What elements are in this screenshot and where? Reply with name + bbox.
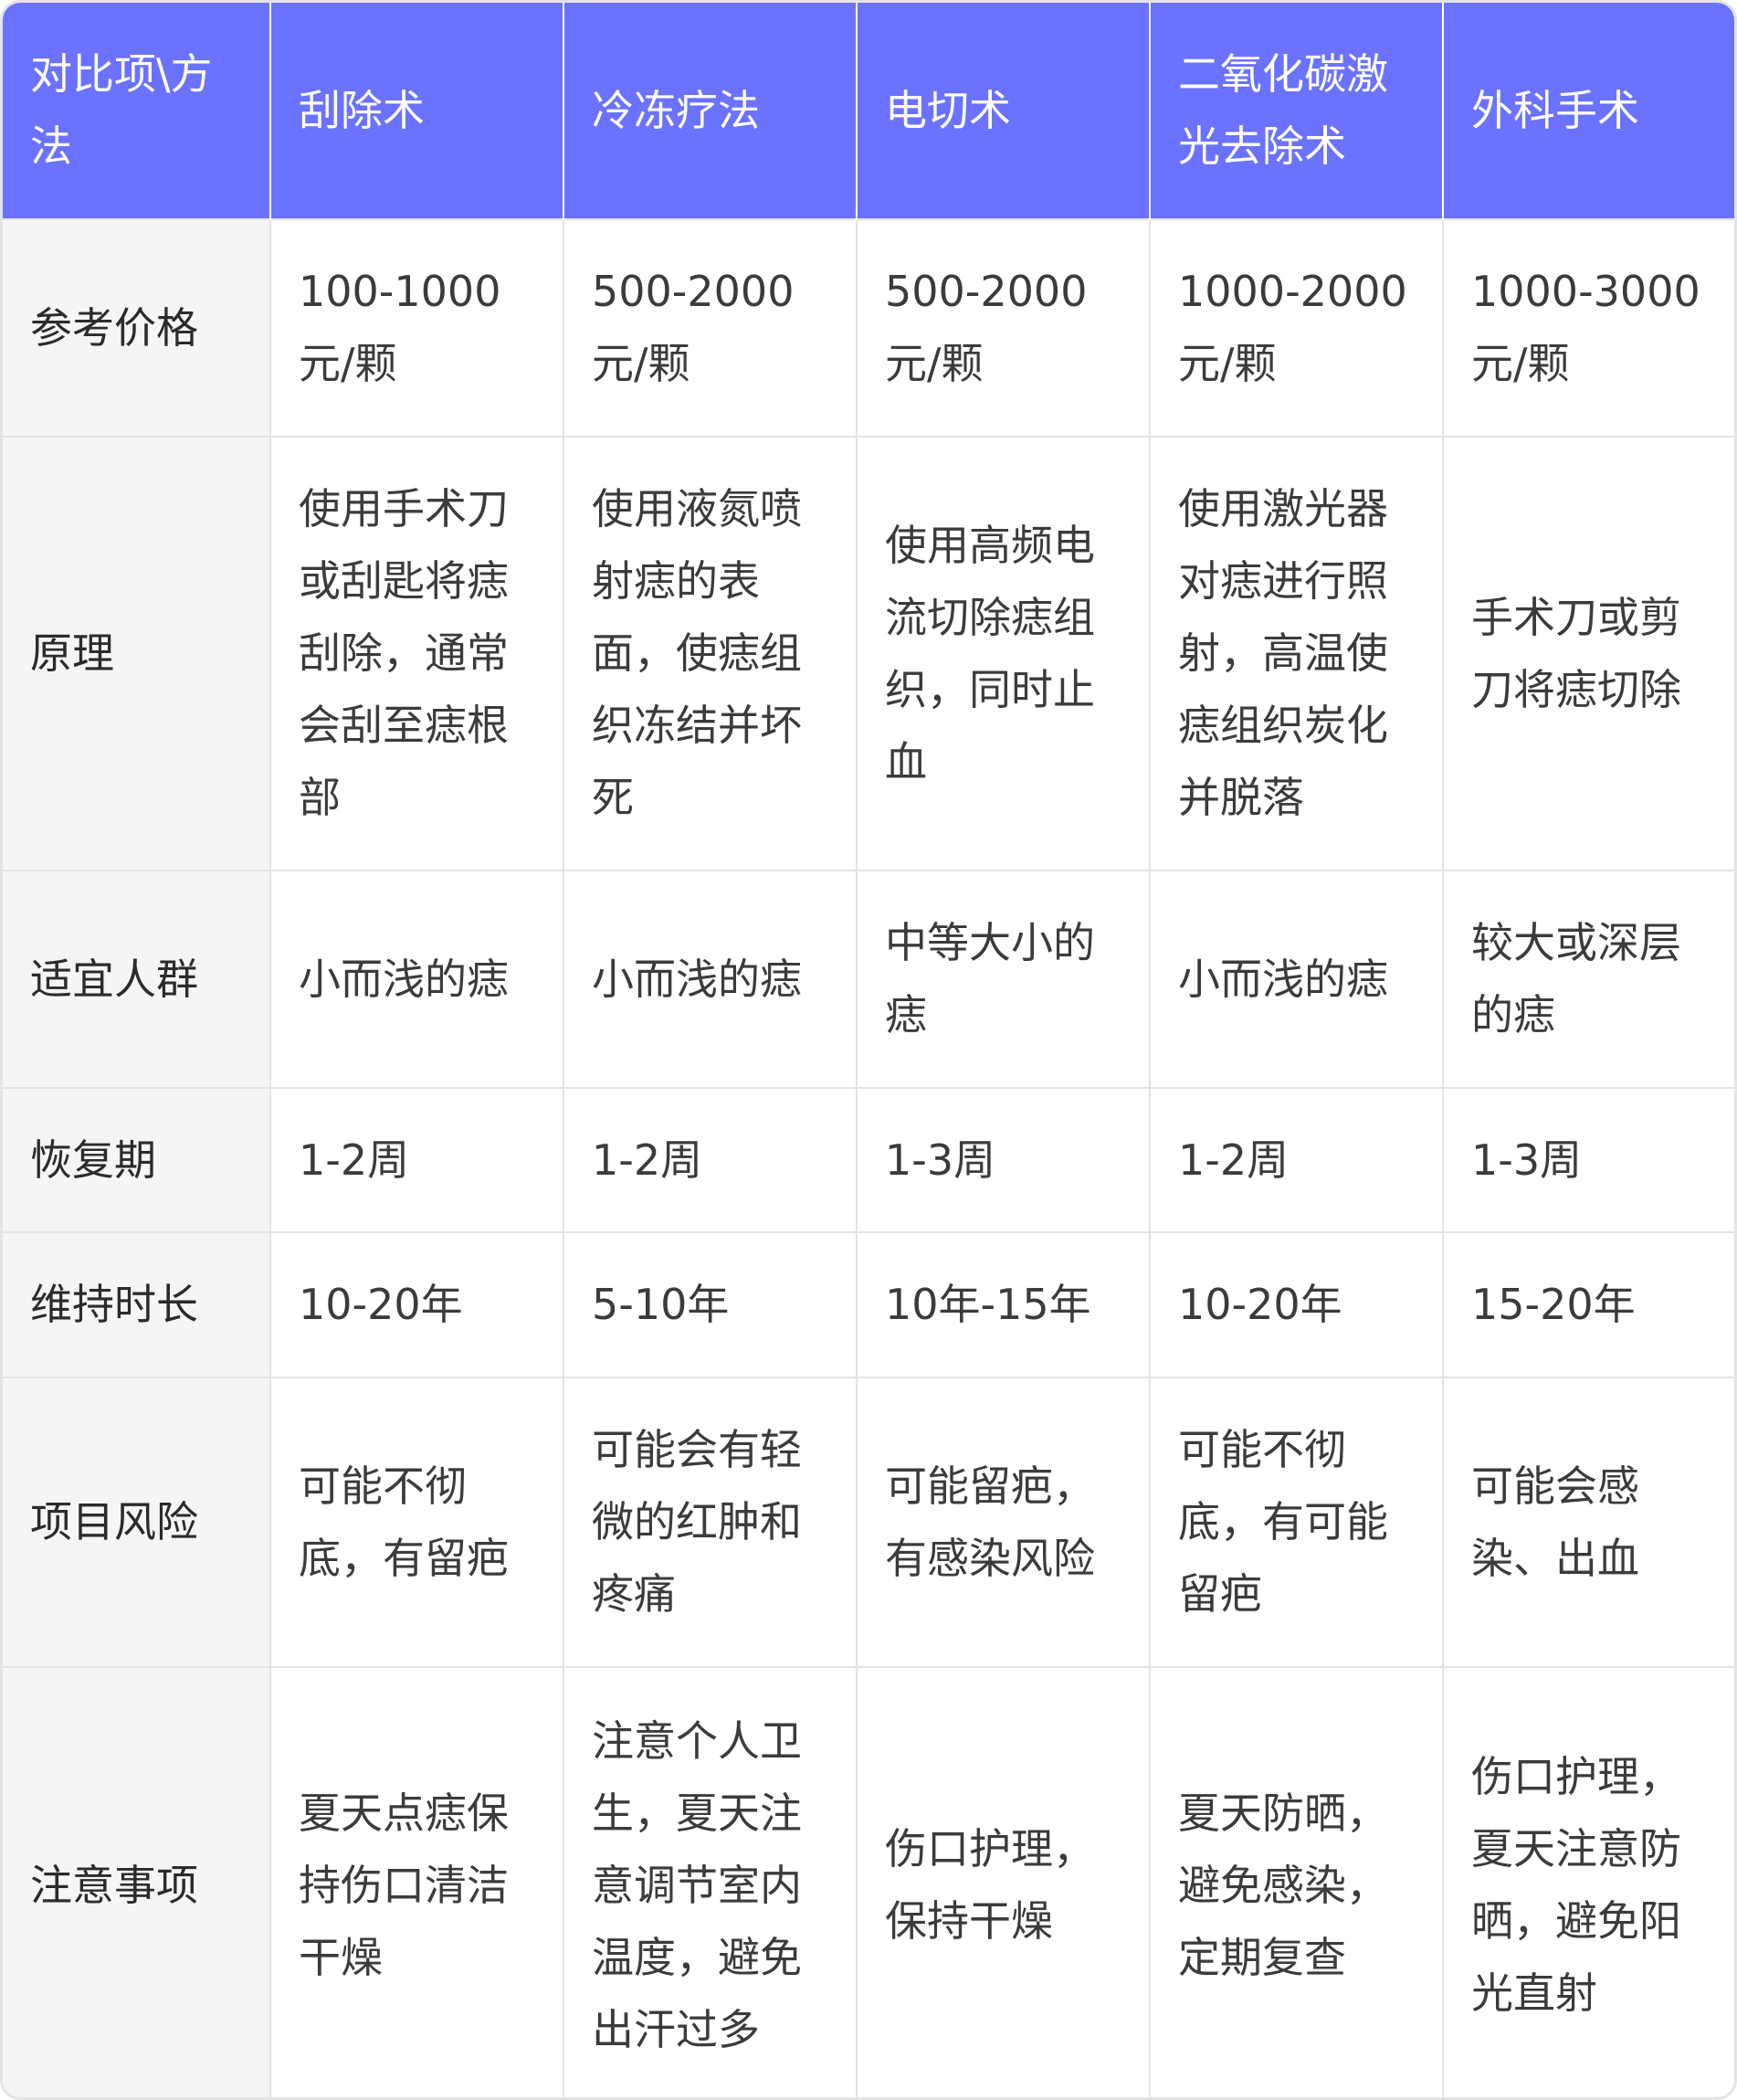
table-row-suitable-people: 适宜人群 小而浅的痣 小而浅的痣 中等大小的痣 小而浅的痣 较大或深层的痣 (3, 870, 1734, 1088)
table-header-row: 对比项\方法 刮除术 冷冻疗法 电切术 二氧化碳激光去除术 外科手术 (3, 3, 1734, 219)
table-cell: 夏天防晒，避免感染，定期复查 (1149, 1666, 1443, 2097)
header-cell-curettage: 刮除术 (269, 3, 563, 219)
table-row-recovery: 恢复期 1-2周 1-2周 1-3周 1-2周 1-3周 (3, 1087, 1734, 1232)
table-cell: 可能会有轻微的红肿和疼痛 (563, 1377, 857, 1667)
row-label-notes: 注意事项 (3, 1666, 270, 2097)
table-cell: 15-20年 (1442, 1231, 1734, 1377)
table-cell: 伤口护理，保持干燥 (856, 1666, 1150, 2097)
table-cell: 小而浅的痣 (269, 870, 563, 1088)
table-cell: 夏天点痣保持伤口清洁干燥 (269, 1666, 563, 2097)
table-cell: 10-20年 (269, 1231, 563, 1377)
table-cell: 使用手术刀或刮匙将痣刮除，通常会刮至痣根部 (269, 436, 563, 871)
table-cell: 1-3周 (856, 1087, 1150, 1232)
table-cell: 1000-3000元/颗 (1442, 218, 1734, 437)
table-cell: 使用液氮喷射痣的表面，使痣组织冻结并坏死 (563, 436, 857, 871)
table-cell: 1000-2000元/颗 (1149, 218, 1443, 437)
header-cell-surgical-excision: 外科手术 (1442, 3, 1734, 219)
header-cell-electrosurgery: 电切术 (856, 3, 1150, 219)
row-label-price: 参考价格 (3, 218, 270, 437)
row-label-suitable-people: 适宜人群 (3, 870, 270, 1088)
table-cell: 小而浅的痣 (1149, 870, 1443, 1088)
row-label-duration: 维持时长 (3, 1231, 270, 1377)
table-cell: 可能留疤，有感染风险 (856, 1377, 1150, 1667)
row-label-risk: 项目风险 (3, 1377, 270, 1667)
header-cell-cryotherapy: 冷冻疗法 (563, 3, 857, 219)
table-cell: 10年-15年 (856, 1231, 1150, 1377)
table-row-risk: 项目风险 可能不彻底，有留疤 可能会有轻微的红肿和疼痛 可能留疤，有感染风险 可… (3, 1377, 1734, 1667)
row-label-principle: 原理 (3, 436, 270, 871)
comparison-table: 对比项\方法 刮除术 冷冻疗法 电切术 二氧化碳激光去除术 外科手术 参考价格 … (3, 3, 1734, 2097)
table-cell: 500-2000元/颗 (563, 218, 857, 437)
table-cell: 小而浅的痣 (563, 870, 857, 1088)
table-row-duration: 维持时长 10-20年 5-10年 10年-15年 10-20年 15-20年 (3, 1231, 1734, 1377)
comparison-table-container: 对比项\方法 刮除术 冷冻疗法 电切术 二氧化碳激光去除术 外科手术 参考价格 … (0, 0, 1737, 2100)
table-cell: 手术刀或剪刀将痣切除 (1442, 436, 1734, 871)
table-row-principle: 原理 使用手术刀或刮匙将痣刮除，通常会刮至痣根部 使用液氮喷射痣的表面，使痣组织… (3, 436, 1734, 871)
table-cell: 1-2周 (563, 1087, 857, 1232)
header-cell-comparison-item: 对比项\方法 (3, 3, 270, 219)
table-cell: 可能不彻底，有可能留疤 (1149, 1377, 1443, 1667)
table-cell: 可能会感染、出血 (1442, 1377, 1734, 1667)
table-cell: 使用激光器对痣进行照射，高温使痣组织炭化并脱落 (1149, 436, 1443, 871)
table-cell: 注意个人卫生，夏天注意调节室内温度，避免出汗过多 (563, 1666, 857, 2097)
header-cell-co2-laser: 二氧化碳激光去除术 (1149, 3, 1443, 219)
table-cell: 1-2周 (269, 1087, 563, 1232)
row-label-recovery: 恢复期 (3, 1087, 270, 1232)
table-cell: 伤口护理，夏天注意防晒，避免阳光直射 (1442, 1666, 1734, 2097)
table-cell: 可能不彻底，有留疤 (269, 1377, 563, 1667)
table-row-price: 参考价格 100-1000元/颗 500-2000元/颗 500-2000元/颗… (3, 218, 1734, 437)
table-cell: 100-1000元/颗 (269, 218, 563, 437)
table-cell: 使用高频电流切除痣组织，同时止血 (856, 436, 1150, 871)
table-cell: 500-2000元/颗 (856, 218, 1150, 437)
table-cell: 1-2周 (1149, 1087, 1443, 1232)
table-cell: 10-20年 (1149, 1231, 1443, 1377)
table-cell: 5-10年 (563, 1231, 857, 1377)
table-cell: 中等大小的痣 (856, 870, 1150, 1088)
table-cell: 1-3周 (1442, 1087, 1734, 1232)
table-row-notes: 注意事项 夏天点痣保持伤口清洁干燥 注意个人卫生，夏天注意调节室内温度，避免出汗… (3, 1666, 1734, 2097)
table-cell: 较大或深层的痣 (1442, 870, 1734, 1088)
